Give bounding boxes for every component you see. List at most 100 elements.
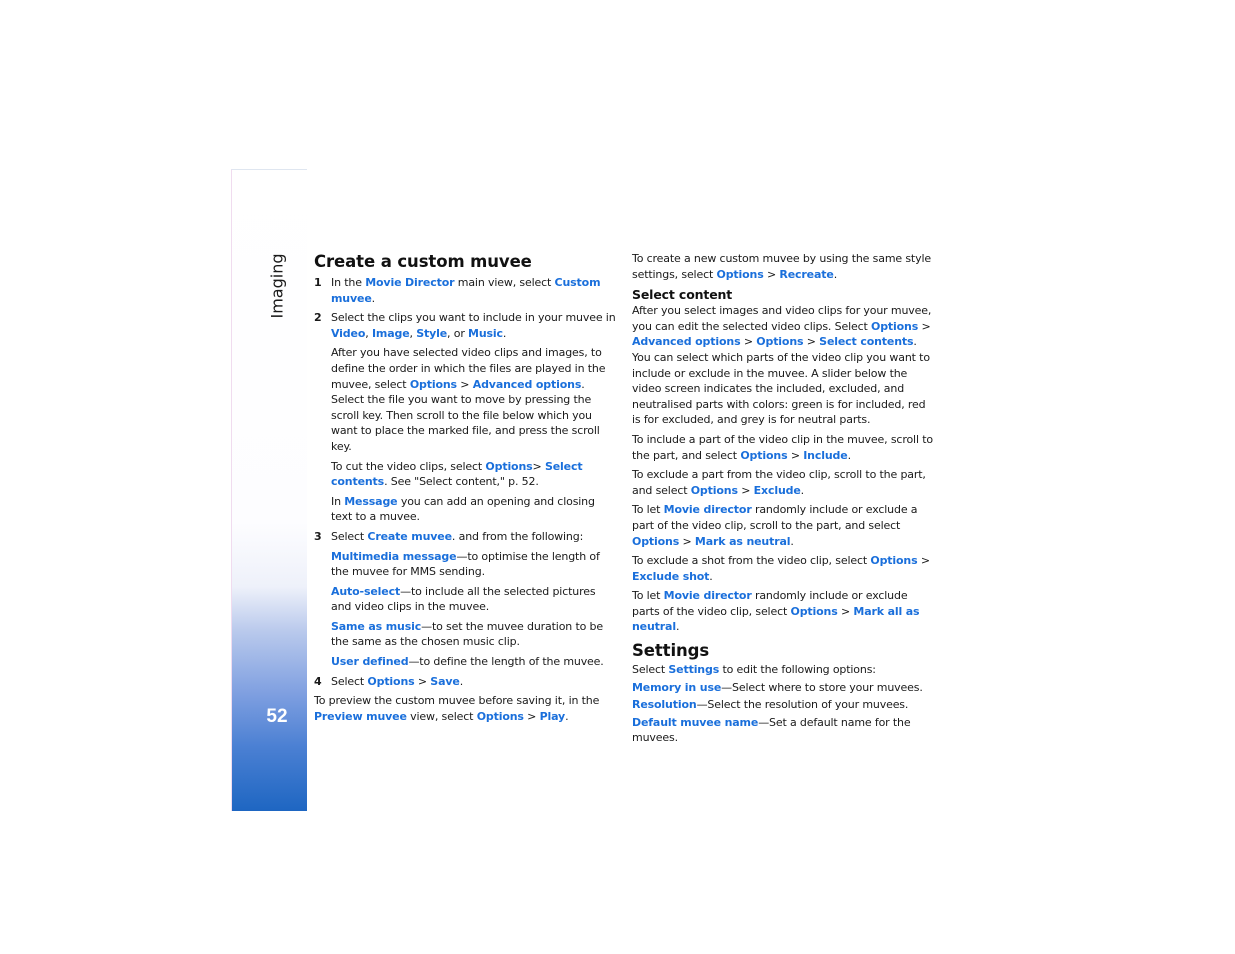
link-same-as-music[interactable]: Same as music <box>331 620 421 633</box>
text: > <box>679 534 695 548</box>
text: In <box>331 494 345 508</box>
text: Select the clips you want to include in … <box>331 311 616 325</box>
paragraph-cut: To cut the video clips, select Options> … <box>314 459 616 490</box>
link-auto-select[interactable]: Auto-select <box>331 585 400 598</box>
link-message[interactable]: Message <box>344 495 397 508</box>
text: To let <box>632 503 664 517</box>
text: Select <box>331 674 368 688</box>
heading-select-content: Select content <box>632 287 733 303</box>
step-4: 4 Select Options > Save. <box>314 674 616 690</box>
link-movie-director[interactable]: Movie director <box>664 589 752 602</box>
link-options[interactable]: Options <box>477 710 524 723</box>
paragraph-message: In Message you can add an opening and cl… <box>314 494 616 525</box>
text: —to define the length of the muvee. <box>408 655 604 669</box>
link-advanced-options[interactable]: Advanced options <box>473 378 582 391</box>
step-3: 3 Select Create muvee. and from the follo… <box>314 529 616 545</box>
text: . <box>371 291 376 305</box>
link-default-muvee-name[interactable]: Default muvee name <box>632 716 758 729</box>
step-number: 3 <box>314 529 322 543</box>
setting-memory-in-use: Memory in use—Select where to store your… <box>632 680 934 696</box>
paragraph-select-content: After you select images and video clips … <box>632 303 934 428</box>
text: Select <box>632 663 669 677</box>
text: —Select the resolution of your muvees. <box>696 698 909 712</box>
paragraph-recreate: To create a new custom muvee by using th… <box>632 251 934 282</box>
paragraph-exclude: To exclude a part from the video clip, s… <box>632 467 934 498</box>
link-exclude[interactable]: Exclude <box>754 484 801 497</box>
link-memory-in-use[interactable]: Memory in use <box>632 681 721 694</box>
link-mark-as-neutral[interactable]: Mark as neutral <box>695 535 791 548</box>
text: > <box>918 319 931 333</box>
link-video[interactable]: Video <box>331 327 365 340</box>
link-play[interactable]: Play <box>540 710 566 723</box>
link-resolution[interactable]: Resolution <box>632 698 697 711</box>
link-save[interactable]: Save <box>430 675 460 688</box>
link-multimedia-message[interactable]: Multimedia message <box>331 550 457 563</box>
link-select-contents[interactable]: Select contents <box>819 335 913 348</box>
paragraph-preview: To preview the custom muvee before savin… <box>314 693 616 724</box>
text: To exclude a shot from the video clip, s… <box>632 554 871 568</box>
paragraph-mark-neutral: To let Movie director randomly include o… <box>632 502 934 549</box>
right-column: To create a new custom muvee by using th… <box>632 251 934 746</box>
text: To cut the video clips, select <box>331 459 486 473</box>
step-number: 1 <box>314 276 322 289</box>
link-style[interactable]: Style <box>416 327 447 340</box>
link-options[interactable]: Options <box>691 484 738 497</box>
link-options[interactable]: Options <box>410 378 457 391</box>
step-number: 4 <box>314 674 322 688</box>
link-options[interactable]: Options <box>717 268 764 281</box>
text: . <box>709 569 713 583</box>
text: > <box>763 267 780 281</box>
link-options[interactable]: Options <box>367 675 414 688</box>
text: > <box>787 448 804 462</box>
text: . <box>790 534 794 548</box>
link-options[interactable]: Options <box>632 535 679 548</box>
text: . <box>847 448 852 462</box>
option-same-as-music: Same as music—to set the muvee duration … <box>314 619 616 650</box>
text: > <box>523 709 540 723</box>
link-preview-muvee[interactable]: Preview muvee <box>314 710 407 723</box>
link-include[interactable]: Include <box>803 449 847 462</box>
link-options[interactable]: Options <box>740 449 787 462</box>
text: > <box>737 483 754 497</box>
link-music[interactable]: Music <box>468 327 503 340</box>
text: To preview the custom muvee before savin… <box>314 694 600 708</box>
link-options[interactable]: Options <box>870 554 917 567</box>
link-create-muvee[interactable]: Create muvee <box>367 530 452 543</box>
text: To let <box>632 589 664 603</box>
link-options[interactable]: Options <box>485 460 532 473</box>
text: view, select <box>406 709 477 723</box>
link-movie-director[interactable]: Movie Director <box>365 276 454 289</box>
text: > <box>532 459 545 473</box>
link-image[interactable]: Image <box>372 327 410 340</box>
heading-create-custom-muvee: Create a custom muvee <box>314 252 532 271</box>
link-exclude-shot[interactable]: Exclude shot <box>632 570 709 583</box>
paragraph-exclude-shot: To exclude a shot from the video clip, s… <box>632 553 934 584</box>
text: In the <box>331 276 366 289</box>
step-number: 2 <box>314 311 322 325</box>
section-label-text: Imaging <box>267 253 287 319</box>
text: . and from the following: <box>451 529 584 543</box>
link-recreate[interactable]: Recreate <box>779 268 833 281</box>
text: > <box>837 604 854 618</box>
option-multimedia-message: Multimedia message—to optimise the lengt… <box>314 549 616 580</box>
link-options[interactable]: Options <box>791 605 838 618</box>
setting-resolution: Resolution—Select the resolution of your… <box>632 697 934 713</box>
text: main view, select <box>454 276 555 289</box>
link-advanced-options[interactable]: Advanced options <box>632 335 741 348</box>
page-number: 52 <box>266 706 288 727</box>
step-2: 2 Select the clips you want to include in… <box>314 310 616 341</box>
text: . <box>833 267 838 281</box>
text: to edit the following options: <box>719 663 876 677</box>
text: , or <box>447 326 469 340</box>
heading-settings: Settings <box>632 641 710 661</box>
link-movie-director[interactable]: Movie director <box>664 503 752 516</box>
text: . <box>459 674 464 688</box>
paragraph-settings: Select Settings to edit the following op… <box>632 662 934 678</box>
paragraph-include: To include a part of the video clip in t… <box>632 432 934 463</box>
option-user-defined: User defined—to define the length of the… <box>314 654 616 670</box>
text: . <box>502 326 507 340</box>
link-options[interactable]: Options <box>756 335 803 348</box>
link-user-defined[interactable]: User defined <box>331 655 409 668</box>
link-settings[interactable]: Settings <box>668 663 719 676</box>
link-options[interactable]: Options <box>871 320 918 333</box>
